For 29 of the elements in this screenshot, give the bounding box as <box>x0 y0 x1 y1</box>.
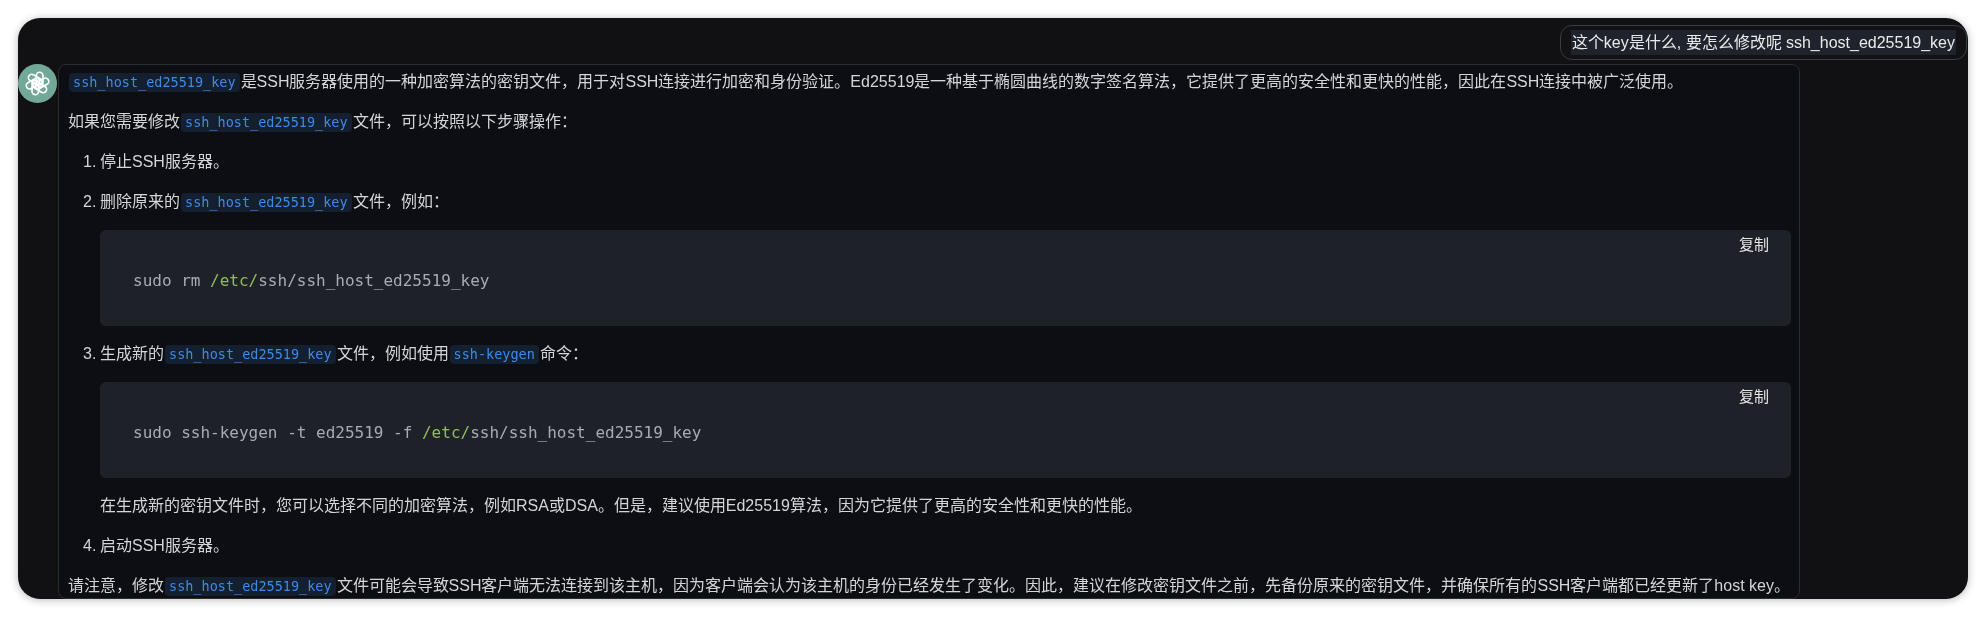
copy-button[interactable]: 复制 <box>1739 387 1769 407</box>
list-number: 2. <box>83 192 97 212</box>
message-text: 删除原来的 <box>100 192 180 212</box>
copy-button[interactable]: 复制 <box>1739 235 1769 255</box>
inline-code: ssh_host_ed25519_key <box>165 576 336 596</box>
inline-code: ssh_host_ed25519_key <box>69 72 240 92</box>
inline-code: ssh_host_ed25519_key <box>181 192 352 212</box>
message-text: 是SSH服务器使用的一种加密算法的密钥文件，用于对SSH连接进行加密和身份验证。Ed25519是一种基于椭圆曲线的数字签名算法，它提供了更高的安全性和更快的性能，因此在SSH连接中被广泛使用。 <box>240 72 1684 92</box>
avatar-icon <box>18 64 57 103</box>
inline-code: ssh-keygen <box>449 344 539 364</box>
list-number: 4. <box>83 536 97 556</box>
message-text: 命令： <box>539 344 588 364</box>
code-line: sudo rm /etc/ssh/ssh_host_ed25519_key <box>133 270 490 292</box>
message-text: 如果您需要修改 <box>68 112 180 132</box>
message-text: 文件，例如使用 <box>336 344 449 364</box>
user-message-text: 这个key是什么, 要怎么修改呢 ssh_host_ed25519_key <box>1570 30 1956 55</box>
message-text: 生成新的 <box>100 344 164 364</box>
message-text: 文件，例如： <box>352 192 449 212</box>
message-text: 停止SSH服务器。 <box>100 152 229 172</box>
list-number: 1. <box>83 152 97 172</box>
message-text: 在生成新的密钥文件时，您可以选择不同的加密算法，例如RSA或DSA。但是，建议使用Ed25519算法，因为它提供了更高的安全性和更快的性能。 <box>100 496 1142 516</box>
code-line: sudo ssh-keygen -t ed25519 -f /etc/ssh/ssh_host_ed25519_key <box>133 422 702 444</box>
list-number: 3. <box>83 344 97 364</box>
inline-code: ssh_host_ed25519_key <box>165 344 336 364</box>
message-text: 文件，可以按照以下步骤操作： <box>352 112 577 132</box>
message-text: 启动SSH服务器。 <box>100 536 229 556</box>
message-text: 文件可能会导致SSH客户端无法连接到该主机，因为客户端会认为该主机的身份已经发生了变化。因此，建议在修改密钥文件之前，先备份原来的密钥文件，并确保所有的SSH客户端都已经更新了host key。 <box>336 576 1790 596</box>
message-text: 请注意，修改 <box>68 576 164 596</box>
inline-code: ssh_host_ed25519_key <box>181 112 352 132</box>
